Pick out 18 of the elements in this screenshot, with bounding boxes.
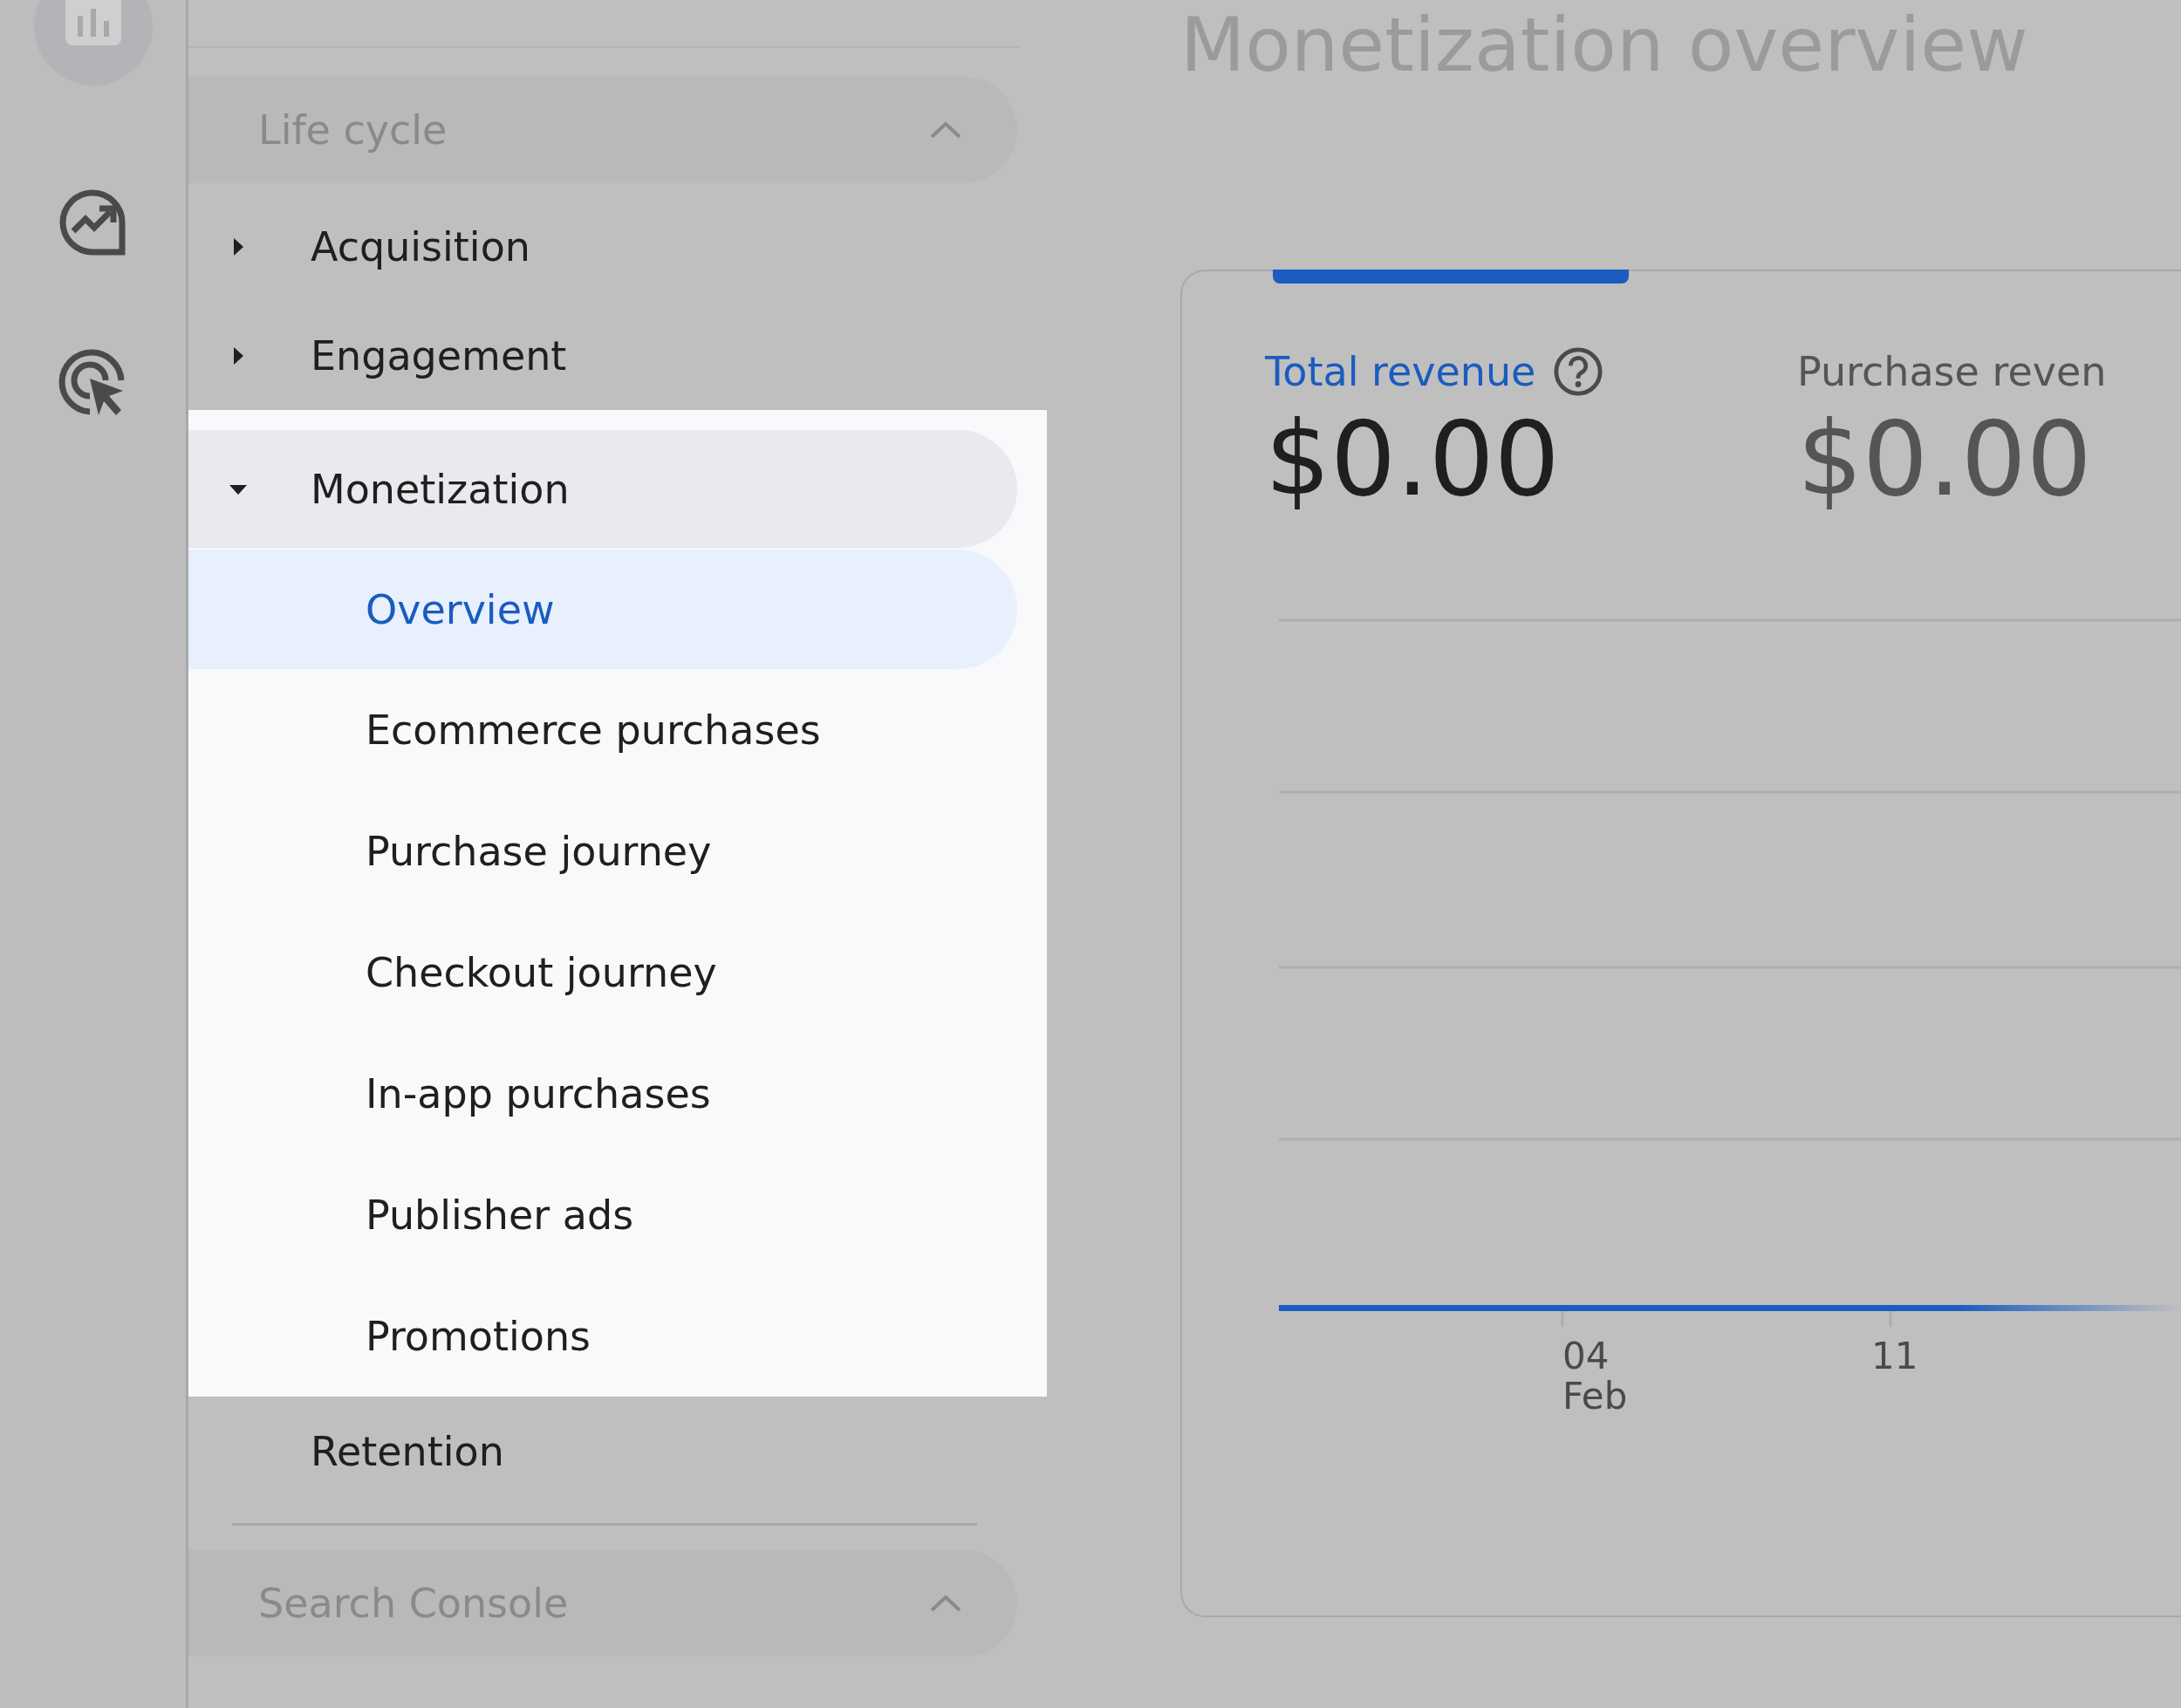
axis-label: 11: [1871, 1335, 1918, 1377]
axis-label: Feb: [1562, 1375, 1628, 1418]
axis-label: 04: [1562, 1335, 1610, 1377]
nav-subitem[interactable]: Checkout journey: [188, 912, 1017, 1033]
metric-value: $0.00: [1265, 402, 1561, 516]
nav-item[interactable]: Engagement: [188, 301, 1017, 410]
nav-subitem[interactable]: Overview: [188, 550, 1017, 669]
nav-item[interactable]: Acquisition: [188, 192, 1017, 301]
metric-value: $0.00: [1797, 402, 2093, 516]
nav-item[interactable]: Retention: [188, 1397, 1017, 1506]
nav-subitem[interactable]: Purchase journey: [188, 790, 1017, 912]
nav-subitem[interactable]: Publisher ads: [188, 1154, 1017, 1275]
nav-item[interactable]: Monetization: [188, 430, 1017, 548]
metric-tab[interactable]: Purchase reven: [1797, 348, 2107, 395]
nav-subitem[interactable]: In-app purchases: [188, 1033, 1017, 1154]
nav-subitem[interactable]: Promotions: [188, 1275, 1017, 1397]
nav-subitem[interactable]: Ecommerce purchases: [188, 669, 1017, 790]
help-icon[interactable]: [1553, 346, 1604, 397]
